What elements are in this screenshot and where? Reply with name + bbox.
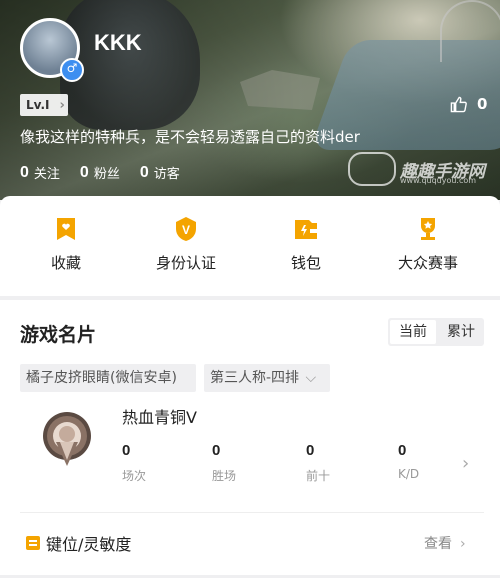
view-button[interactable]: 查看 ›	[424, 533, 466, 553]
profile-bio: 像我这样的特种兵，是不会轻易透露自己的资料der	[20, 128, 360, 146]
stats-period-toggle: 当前 累计	[388, 318, 484, 346]
stat-visitors[interactable]: 0 访客	[140, 163, 180, 183]
quick-actions: 收藏 V 身份认证 钱包 大众赛事	[0, 196, 500, 296]
wallet-icon	[293, 216, 319, 242]
metric-wins: 0 胜场	[212, 442, 237, 483]
stat-followers[interactable]: 0 粉丝	[80, 163, 120, 183]
tab-cumulative[interactable]: 累计	[438, 318, 484, 346]
action-verification[interactable]: V 身份认证	[136, 216, 236, 273]
like-button[interactable]: 0	[450, 95, 487, 113]
chevron-right-icon: ›	[460, 536, 466, 552]
key-sensitivity-label: 键位/灵敏度	[46, 535, 132, 554]
rank-name: 热血青铜V	[122, 408, 197, 427]
tab-current[interactable]: 当前	[390, 320, 436, 344]
action-tournament[interactable]: 大众赛事	[378, 216, 478, 273]
card-title: 游戏名片	[20, 324, 97, 346]
chevron-right-icon[interactable]: ›	[462, 453, 469, 474]
metric-top-ten: 0 前十	[306, 442, 331, 483]
settings-sliders-icon	[26, 536, 40, 550]
male-gender-icon: ♂	[60, 58, 84, 82]
trophy-icon	[415, 216, 441, 242]
profile-stats: 0 关注 0 粉丝 0 访客	[20, 163, 180, 183]
divider	[20, 512, 484, 513]
like-count: 0	[477, 95, 488, 113]
server-tag[interactable]: 橘子皮挤眼睛(微信安卓)	[20, 364, 196, 392]
verified-shield-icon: V	[173, 216, 199, 242]
bookmark-heart-icon	[53, 216, 79, 242]
action-favorites[interactable]: 收藏	[16, 216, 116, 273]
metric-matches: 0 场次	[122, 442, 147, 483]
metric-kd: 0 K/D	[398, 442, 420, 481]
chevron-right-icon: ›	[59, 97, 65, 113]
rank-badge-icon	[40, 408, 94, 470]
svg-text:V: V	[182, 223, 190, 237]
mode-label: 第三人称-四排	[210, 370, 300, 386]
level-badge[interactable]: Lv.I ›	[20, 94, 68, 116]
level-label: Lv.I	[26, 98, 50, 112]
stat-following[interactable]: 0 关注	[20, 163, 60, 183]
username: KKK	[94, 30, 142, 55]
game-card: 游戏名片 当前 累计 橘子皮挤眼睛(微信安卓) 第三人称-四排 ⌵ 热血青铜V …	[0, 300, 500, 575]
chevron-down-icon: ⌵	[305, 370, 317, 386]
thumbs-up-icon	[450, 96, 467, 113]
watermark: 趣趣手游网 www.ququyou.com	[348, 152, 485, 186]
mode-select[interactable]: 第三人称-四排 ⌵	[204, 364, 330, 392]
action-wallet[interactable]: 钱包	[256, 216, 356, 273]
key-sensitivity-row[interactable]: 键位/灵敏度	[26, 531, 131, 555]
gamepad-logo-icon	[348, 152, 396, 186]
